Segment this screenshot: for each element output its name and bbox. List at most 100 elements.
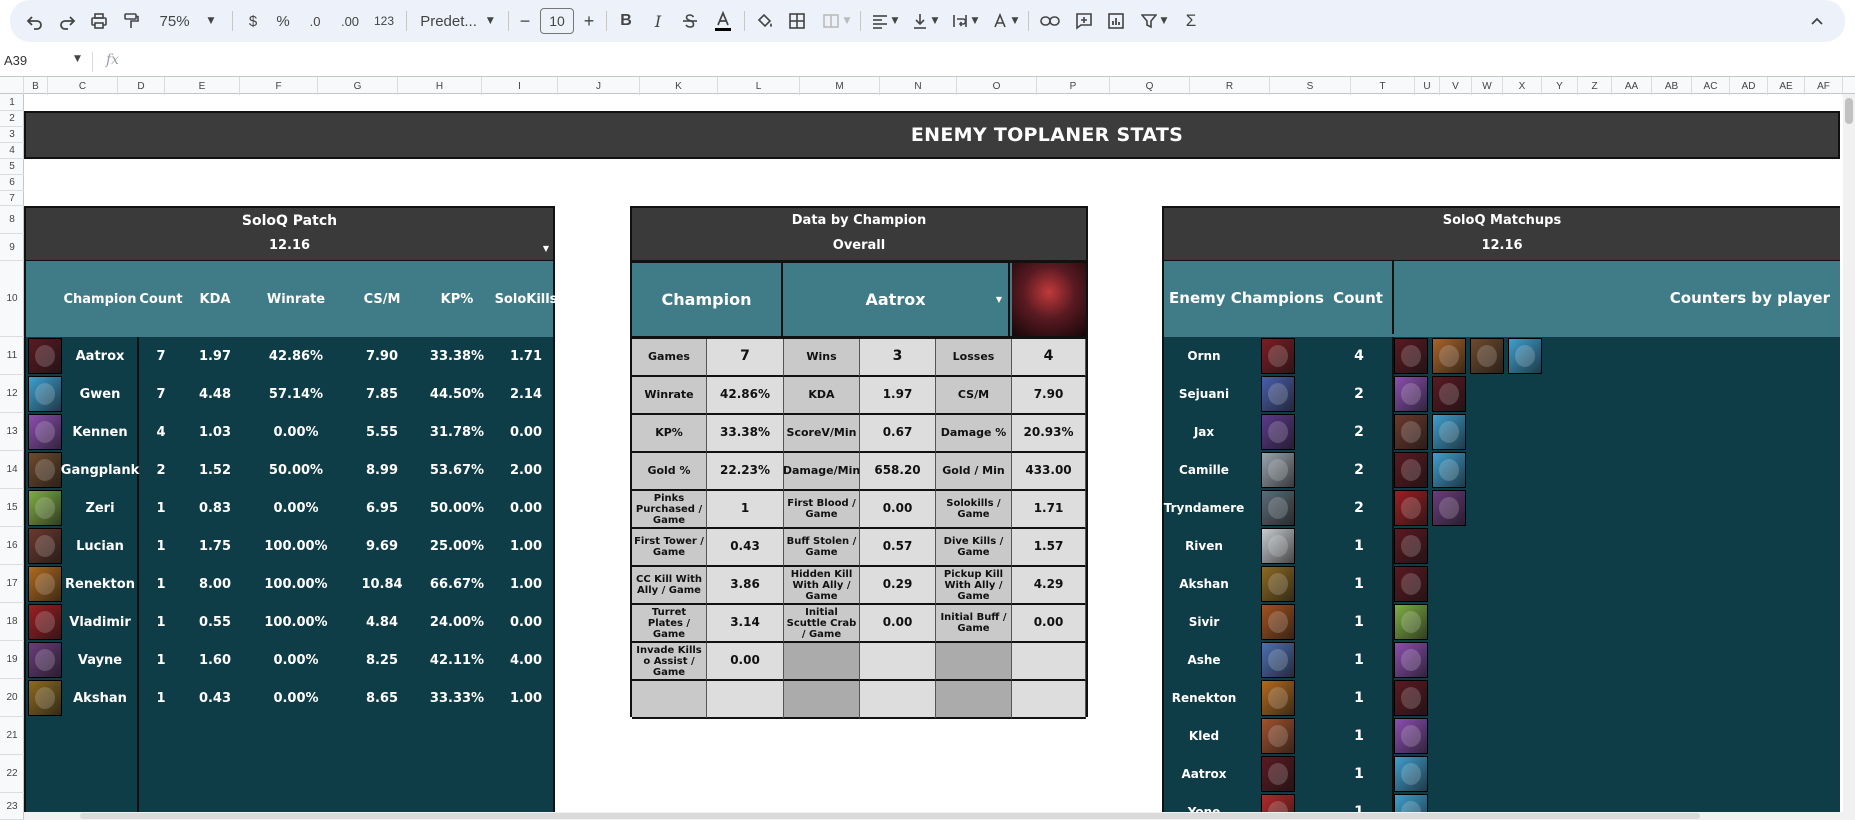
row-header[interactable]: 5	[0, 159, 24, 175]
table-row[interactable]: Tryndamere 2	[1164, 489, 1840, 527]
table-row[interactable]: Gangplank 2 1.52 50.00% 8.99 53.67% 2.00	[26, 451, 553, 489]
borders-icon[interactable]	[782, 0, 812, 42]
paint-format-icon[interactable]	[116, 0, 146, 42]
table-row[interactable]: Zeri 1 0.83 0.00% 6.95 50.00% 0.00	[26, 489, 553, 527]
column-header[interactable]: J	[558, 77, 640, 95]
vertical-scrollbar[interactable]	[1843, 94, 1855, 820]
row-header[interactable]: 23	[0, 793, 24, 820]
column-header[interactable]: T	[1351, 77, 1415, 95]
insert-chart-icon[interactable]	[1100, 0, 1132, 42]
column-header[interactable]: N	[880, 77, 957, 95]
table-row[interactable]: Akshan 1 0.43 0.00% 8.65 33.33% 1.00	[26, 679, 553, 717]
chevron-down-icon[interactable]: ▼	[74, 54, 81, 64]
column-header[interactable]: G	[318, 77, 398, 95]
column-header[interactable]: H	[398, 77, 482, 95]
column-header[interactable]: AD	[1730, 77, 1768, 95]
champion-select[interactable]: Aatrox ▼	[783, 263, 1010, 336]
horizontal-align-icon[interactable]: ▼	[866, 0, 904, 42]
column-header[interactable]: Q	[1110, 77, 1190, 95]
table-row[interactable]: Sejuani 2	[1164, 375, 1840, 413]
row-header[interactable]: 6	[0, 175, 24, 191]
decrease-decimal-button[interactable]: .0	[300, 0, 330, 42]
table-row[interactable]: Vladimir 1 0.55 100.00% 4.84 24.00% 0.00	[26, 603, 553, 641]
italic-button[interactable]: I	[644, 0, 672, 42]
column-header[interactable]: F	[240, 77, 318, 95]
column-header[interactable]: K	[640, 77, 718, 95]
column-header[interactable]: M	[800, 77, 880, 95]
row-header[interactable]: 16	[0, 527, 24, 565]
zoom-select[interactable]: 75% ▼	[152, 0, 222, 42]
table-row[interactable]: Kled 1	[1164, 717, 1840, 755]
row-header[interactable]: 13	[0, 413, 24, 451]
table-row[interactable]: Sivir 1	[1164, 603, 1840, 641]
column-header[interactable]: E	[165, 77, 240, 95]
table-row[interactable]: Aatrox 1	[1164, 755, 1840, 793]
column-header[interactable]: AF	[1805, 77, 1843, 95]
row-header[interactable]: 22	[0, 755, 24, 793]
row-header[interactable]: 17	[0, 565, 24, 603]
row-header[interactable]: 7	[0, 191, 24, 206]
column-header[interactable]: S	[1270, 77, 1351, 95]
text-wrap-icon[interactable]: ▼	[946, 0, 984, 42]
table-row[interactable]: Camille 2	[1164, 451, 1840, 489]
horizontal-scrollbar[interactable]	[24, 812, 1843, 820]
patch-dropdown-icon[interactable]: ▼	[543, 244, 549, 253]
row-header[interactable]: 2	[0, 111, 24, 127]
column-header[interactable]: W	[1472, 77, 1503, 95]
table-row[interactable]: Akshan 1	[1164, 565, 1840, 603]
row-header[interactable]: 1	[0, 94, 24, 111]
column-header[interactable]: R	[1190, 77, 1270, 95]
column-header[interactable]: D	[118, 77, 165, 95]
table-row[interactable]: Ornn 4	[1164, 337, 1840, 375]
table-row[interactable]: Vayne 1 1.60 0.00% 8.25 42.11% 4.00	[26, 641, 553, 679]
column-header[interactable]: AE	[1768, 77, 1805, 95]
column-header[interactable]: AB	[1652, 77, 1692, 95]
row-header[interactable]: 4	[0, 143, 24, 159]
column-header[interactable]: Z	[1578, 77, 1612, 95]
font-size-increase-button[interactable]: +	[578, 0, 600, 42]
column-header[interactable]: U	[1415, 77, 1440, 95]
table-row[interactable]: Kennen 4 1.03 0.00% 5.55 31.78% 0.00	[26, 413, 553, 451]
bold-button[interactable]: B	[612, 0, 640, 42]
fill-color-icon[interactable]	[750, 0, 780, 42]
text-rotation-icon[interactable]: ▼	[986, 0, 1024, 42]
functions-button[interactable]: Σ	[1176, 0, 1206, 42]
column-header[interactable]: X	[1503, 77, 1542, 95]
table-row[interactable]: Gwen 7 4.48 57.14% 7.85 44.50% 2.14	[26, 375, 553, 413]
undo-icon[interactable]	[20, 0, 50, 42]
column-header[interactable]: C	[48, 77, 118, 95]
font-size-input[interactable]: 10	[540, 0, 574, 42]
column-header[interactable]: AC	[1692, 77, 1730, 95]
insert-comment-icon[interactable]	[1068, 0, 1100, 42]
corner-cell[interactable]	[0, 77, 24, 95]
increase-decimal-button[interactable]: .00	[334, 0, 366, 42]
row-header[interactable]: 11	[0, 337, 24, 375]
vertical-scroll-thumb[interactable]	[1845, 98, 1853, 124]
font-size-decrease-button[interactable]: −	[514, 0, 536, 42]
row-header[interactable]: 21	[0, 717, 24, 755]
column-header[interactable]: P	[1037, 77, 1110, 95]
row-header[interactable]: 3	[0, 127, 24, 143]
row-header[interactable]: 20	[0, 679, 24, 717]
row-header[interactable]: 8	[0, 206, 24, 234]
merge-cells-icon[interactable]: ▼	[816, 0, 856, 42]
currency-button[interactable]: $	[240, 0, 266, 42]
row-header[interactable]: 9	[0, 234, 24, 261]
row-header[interactable]: 15	[0, 489, 24, 527]
table-row[interactable]: Ashe 1	[1164, 641, 1840, 679]
link-icon[interactable]	[1034, 0, 1066, 42]
strikethrough-icon[interactable]	[676, 0, 704, 42]
column-header[interactable]: AA	[1612, 77, 1652, 95]
column-header[interactable]: Y	[1542, 77, 1578, 95]
percent-button[interactable]: %	[270, 0, 296, 42]
column-header[interactable]: V	[1440, 77, 1472, 95]
horizontal-scroll-thumb[interactable]	[80, 813, 1700, 819]
row-header[interactable]: 19	[0, 641, 24, 679]
column-header[interactable]: B	[24, 77, 48, 95]
table-row[interactable]: Renekton 1 8.00 100.00% 10.84 66.67% 1.00	[26, 565, 553, 603]
column-header[interactable]: I	[482, 77, 558, 95]
number-format-button[interactable]: 123	[368, 0, 400, 42]
text-color-icon[interactable]	[708, 0, 738, 42]
row-header[interactable]: 14	[0, 451, 24, 489]
column-header[interactable]: L	[718, 77, 800, 95]
